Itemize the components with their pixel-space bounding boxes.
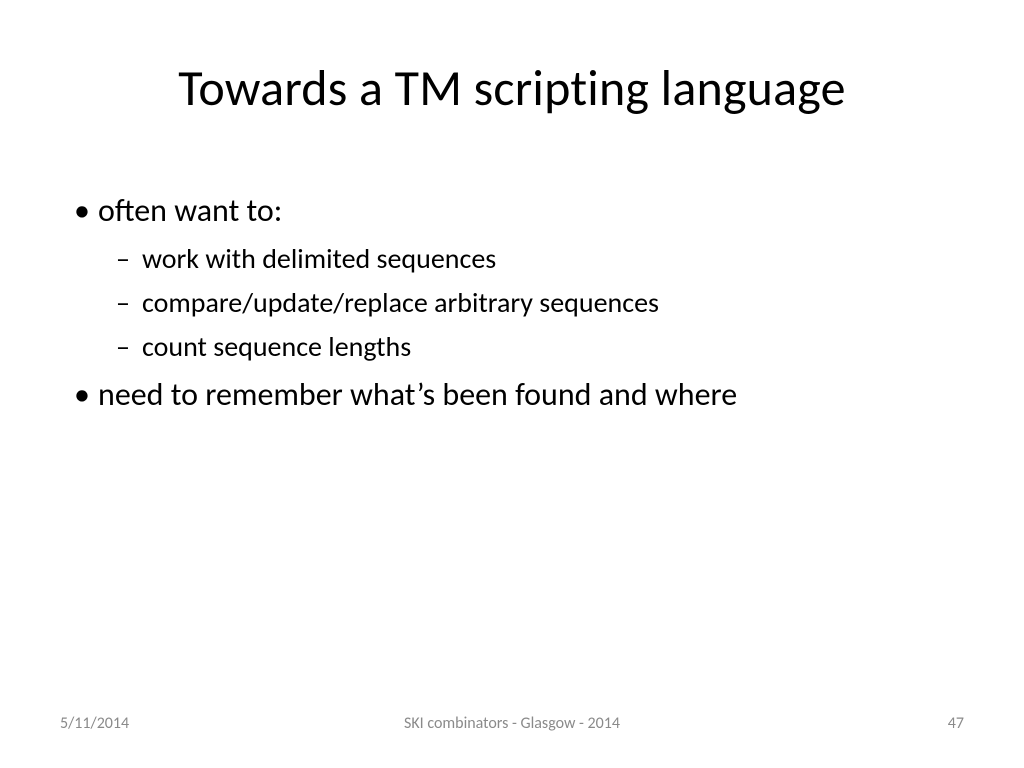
- bullet-list-level1: • often want to: – work with delimited s…: [98, 188, 944, 418]
- bullet-text: often want to:: [98, 188, 944, 234]
- sub-bullet-item: – work with delimited sequences: [142, 238, 944, 280]
- bullet-text: need to remember what’s been found and w…: [98, 372, 944, 418]
- dash-icon: –: [116, 326, 130, 368]
- sub-bullet-text: count sequence lengths: [142, 329, 411, 364]
- slide: Towards a TM scripting language • often …: [0, 0, 1024, 768]
- sub-bullet-text: work with delimited sequences: [142, 241, 496, 276]
- sub-bullet-item: – count sequence lengths: [142, 326, 944, 368]
- slide-body: • often want to: – work with delimited s…: [98, 188, 944, 422]
- bullet-item: • need to remember what’s been found and…: [98, 372, 944, 418]
- footer-center: SKI combinators - Glasgow - 2014: [0, 714, 1024, 733]
- slide-footer: 5/11/2014 SKI combinators - Glasgow - 20…: [0, 714, 1024, 738]
- sub-bullet-item: – compare/update/replace arbitrary seque…: [142, 282, 944, 324]
- sub-bullet-text: compare/update/replace arbitrary sequenc…: [142, 285, 659, 320]
- slide-title: Towards a TM scripting language: [0, 58, 1024, 119]
- dash-icon: –: [116, 282, 130, 324]
- bullet-list-level2: – work with delimited sequences – compar…: [142, 238, 944, 368]
- footer-page-number: 47: [948, 714, 964, 733]
- dash-icon: –: [116, 238, 130, 280]
- bullet-item: • often want to: – work with delimited s…: [98, 188, 944, 368]
- disc-icon: •: [74, 372, 90, 418]
- disc-icon: •: [74, 188, 90, 234]
